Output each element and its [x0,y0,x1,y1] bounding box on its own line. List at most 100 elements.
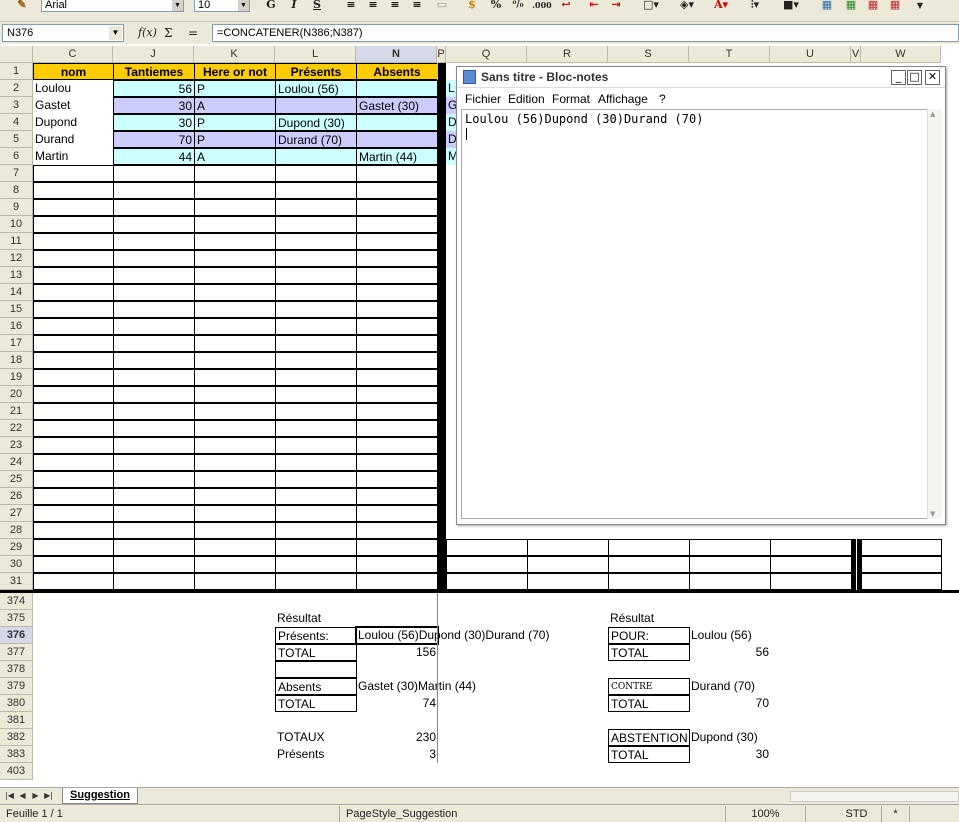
empty-cell[interactable] [275,420,357,437]
empty-cell[interactable] [275,335,357,352]
row-header-12[interactable]: 12 [0,250,33,267]
formula-input[interactable]: =CONCATENER(N386;N387) [212,24,959,42]
name-cell[interactable]: Durand [33,131,113,148]
empty-cell[interactable] [275,233,357,250]
empty-cell[interactable] [356,556,438,573]
empty-cell[interactable] [194,403,276,420]
equals-icon[interactable]: = [188,26,198,40]
chevron-down-icon[interactable]: ▼ [172,0,183,11]
empty-cell[interactable] [356,471,438,488]
empty-cell[interactable] [113,284,195,301]
absents-label[interactable]: Absents [275,678,357,695]
empty-cell[interactable] [275,488,357,505]
close-button[interactable]: ✕ [925,70,940,85]
row-header-9[interactable]: 9 [0,199,33,216]
menu-affichage[interactable]: Affichage [598,92,648,106]
empty-cell[interactable] [356,335,438,352]
empty-cell[interactable] [194,454,276,471]
empty-cell[interactable] [194,301,276,318]
row-header-379[interactable]: 379 [0,678,33,695]
absent-cell[interactable] [356,80,438,97]
presents-value[interactable]: Loulou (56)Dupond (30)Durand (70) [355,626,549,645]
empty-cell[interactable] [113,454,195,471]
empty-cell[interactable] [275,661,357,678]
sheet-corner[interactable] [0,46,33,63]
scroll-up-icon[interactable]: ▲ [930,110,935,118]
scroll-down-icon[interactable]: ▼ [930,510,935,518]
delete-columns-icon[interactable]: ▦ [888,0,902,12]
empty-cell[interactable] [194,199,276,216]
absent-cell[interactable] [356,131,438,148]
empty-cell[interactable] [356,488,438,505]
chevron-down-icon[interactable]: ▼ [238,0,249,11]
empty-cell[interactable] [33,556,114,573]
underline-button[interactable]: S [310,0,324,12]
number-format-icon[interactable]: ⁰/₀ [510,0,526,12]
merge-cells-icon[interactable]: ▭ [434,0,450,12]
first-sheet-icon[interactable]: |◀ [4,790,15,802]
menu-edition[interactable]: Edition [508,92,545,106]
row-header-28[interactable]: 28 [0,522,33,539]
empty-cell[interactable] [356,573,438,590]
tantiemes-cell[interactable]: 70 [113,131,195,148]
column-header-w[interactable]: W [861,46,941,63]
toolbar-style-icon[interactable]: ■▾ [778,0,804,12]
total-label[interactable]: TOTAL [275,644,357,661]
empty-cell[interactable] [356,250,438,267]
presents-count-value[interactable]: 3 [356,746,438,763]
empty-cell[interactable] [527,539,609,556]
row-header-380[interactable]: 380 [0,695,33,712]
column-header-s[interactable]: S [608,46,689,63]
empty-cell[interactable] [194,386,276,403]
row-header-20[interactable]: 20 [0,386,33,403]
empty-cell[interactable] [33,165,114,182]
empty-cell[interactable] [275,403,357,420]
column-header-r[interactable]: R [527,46,608,63]
sum-icon[interactable]: Σ [164,26,172,40]
here-cell[interactable]: P [194,80,276,97]
empty-cell[interactable] [356,454,438,471]
present-cell[interactable]: Durand (70) [275,131,357,148]
bold-button[interactable]: G [264,0,278,12]
empty-cell[interactable] [275,539,357,556]
empty-cell[interactable] [194,233,276,250]
totaux-label[interactable]: TOTAUX [275,729,357,746]
notepad-vertical-scrollbar[interactable]: ▲ ▼ [927,109,942,519]
total-label[interactable]: TOTAL [608,746,690,763]
row-header-381[interactable]: 381 [0,712,33,729]
vote-resultat-label[interactable]: Résultat [608,610,690,627]
column-header-t[interactable]: T [689,46,770,63]
row-header-10[interactable]: 10 [0,216,33,233]
empty-cell[interactable] [770,556,852,573]
paintbrush-icon[interactable]: ✎ [14,0,30,12]
empty-cell[interactable] [194,335,276,352]
empty-cell[interactable] [608,556,690,573]
empty-cell[interactable] [356,318,438,335]
empty-cell[interactable] [356,403,438,420]
row-header-378[interactable]: 378 [0,661,33,678]
empty-cell[interactable] [275,250,357,267]
empty-cell[interactable] [356,352,438,369]
empty-cell[interactable] [194,369,276,386]
empty-cell[interactable] [194,437,276,454]
total-label[interactable]: TOTAL [275,695,357,712]
name-cell[interactable]: Loulou [33,80,113,97]
column-header-j[interactable]: J [113,46,194,63]
empty-cell[interactable] [113,369,195,386]
empty-cell[interactable] [356,216,438,233]
empty-cell[interactable] [33,267,114,284]
header-tantiemes[interactable]: Tantiemes [113,63,195,80]
empty-cell[interactable] [356,437,438,454]
empty-cell[interactable] [861,539,942,556]
empty-cell[interactable] [275,199,357,216]
empty-cell[interactable] [689,539,771,556]
tantiemes-cell[interactable]: 44 [113,148,195,165]
font-color-icon[interactable]: A▾ [710,0,732,12]
empty-cell[interactable] [33,369,114,386]
presents-label[interactable]: Présents: [275,627,357,644]
font-size-select[interactable]: 10 ▼ [194,0,250,12]
empty-cell[interactable] [33,488,114,505]
empty-cell[interactable] [33,233,114,250]
empty-cell[interactable] [275,573,357,590]
header-here[interactable]: Here or not [194,63,276,80]
